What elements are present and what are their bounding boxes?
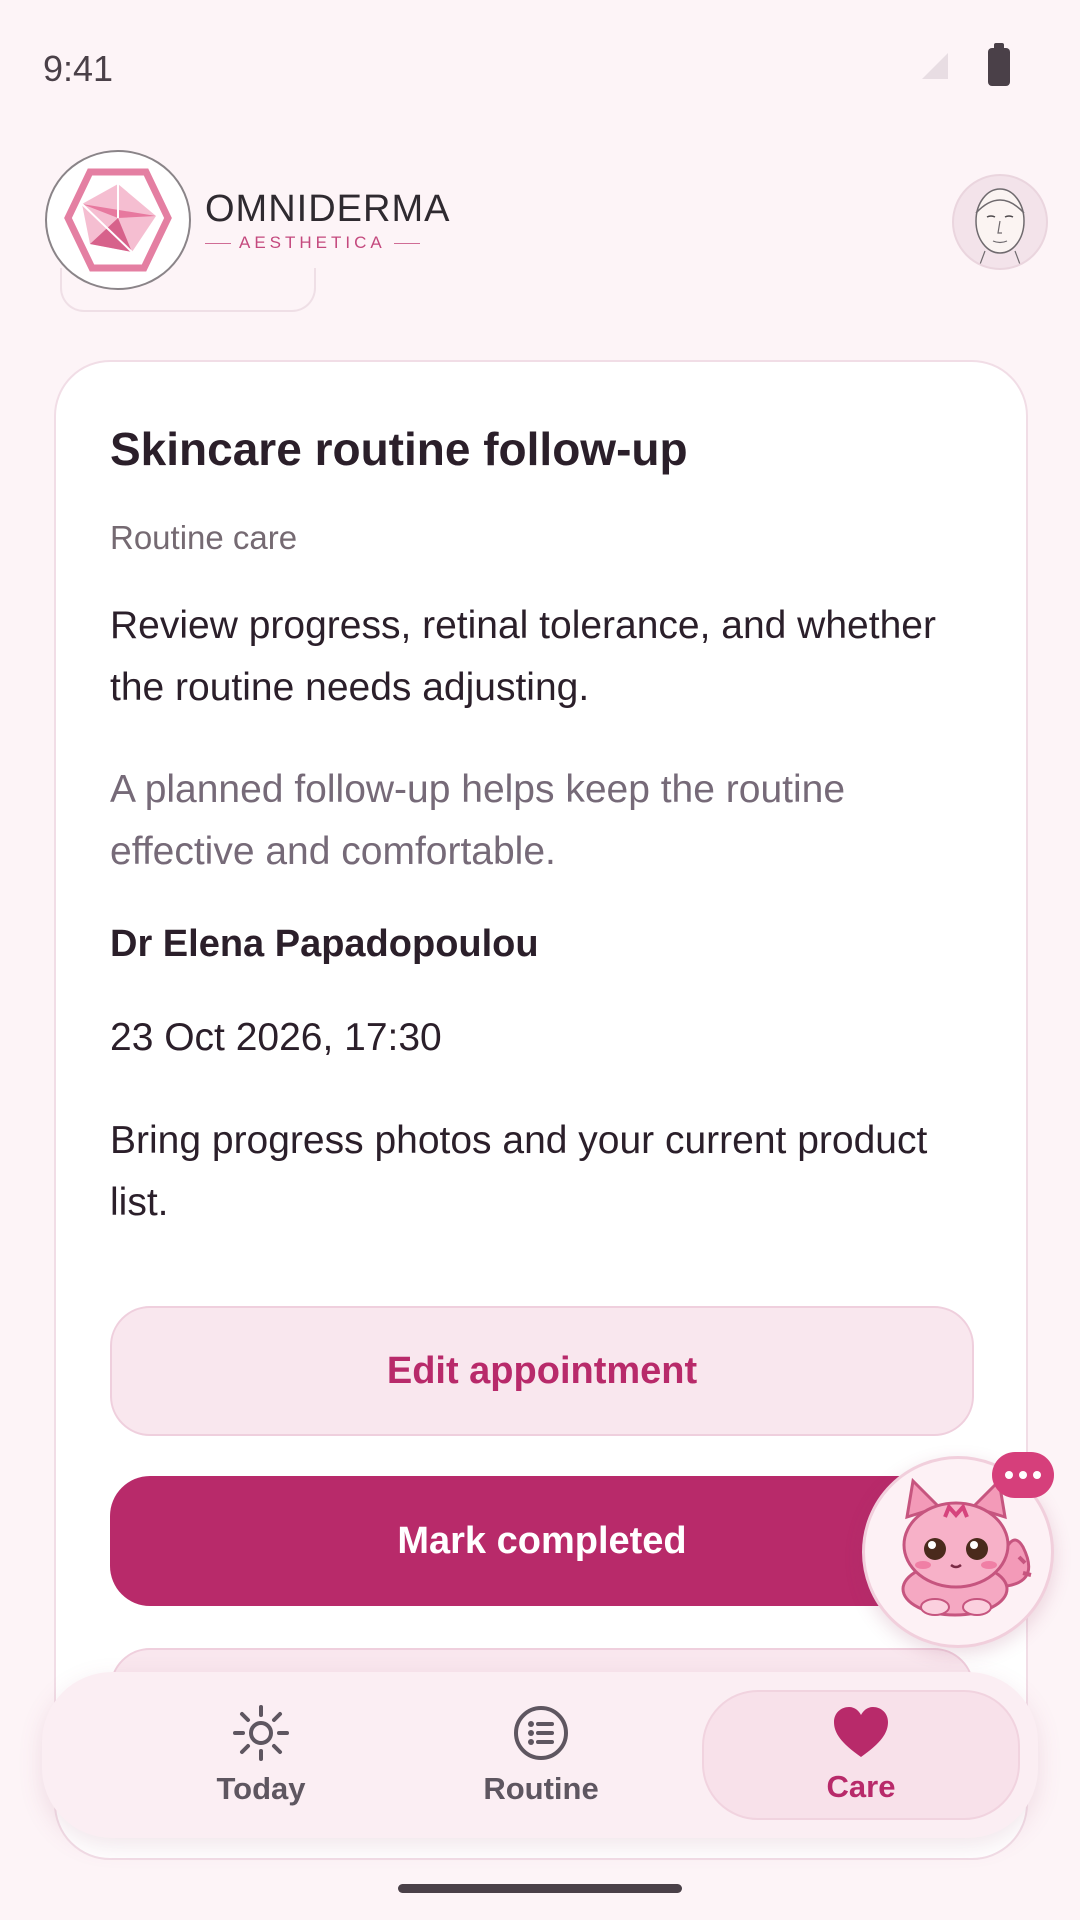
- nav-item-today[interactable]: Today: [102, 1690, 420, 1820]
- appointment-card: Skincare routine follow-up Routine care …: [54, 360, 1028, 1860]
- status-bar: 9:41: [0, 0, 1080, 120]
- mark-completed-button[interactable]: Mark completed: [110, 1476, 974, 1606]
- face-avatar-icon: [975, 188, 1025, 267]
- appointment-title: Skincare routine follow-up: [110, 423, 688, 475]
- dot: [1005, 1471, 1013, 1479]
- bottom-navigation: Today Routine Care: [42, 1672, 1038, 1838]
- battery-icon: [988, 43, 1010, 86]
- dot: [1033, 1471, 1041, 1479]
- dot: [1019, 1471, 1027, 1479]
- chat-dots-icon[interactable]: [992, 1452, 1054, 1498]
- sun-icon: [233, 1705, 289, 1761]
- status-icons: [918, 43, 1010, 86]
- brand-subtitle: AESTHETICA: [239, 233, 386, 252]
- cat-assistant-icon: [901, 1477, 1032, 1617]
- appointment-datetime: 23 Oct 2026, 17:30: [110, 1016, 442, 1060]
- diamond-logo-icon: [64, 168, 172, 272]
- signal-icon: [922, 53, 948, 79]
- appointment-instructions: Bring progress photos and your current p…: [110, 1119, 928, 1225]
- appointment-note: A planned follow-up helps keep the routi…: [110, 768, 846, 874]
- appointment-category: Routine care: [110, 519, 298, 557]
- divider: [205, 242, 231, 244]
- divider: [393, 242, 420, 244]
- nav-label-care: Care: [826, 1769, 896, 1804]
- edit-appointment-button[interactable]: Edit appointment: [110, 1306, 974, 1436]
- nav-item-care[interactable]: Care: [702, 1690, 1020, 1820]
- appointment-description: Review progress, retinal tolerance, and …: [110, 604, 936, 710]
- nav-label-today: Today: [216, 1771, 306, 1806]
- doctor-name: Dr Elena Papadopoulou: [110, 923, 539, 966]
- heart-icon: [834, 1707, 888, 1757]
- nav-item-routine[interactable]: Routine: [382, 1690, 700, 1820]
- card-content: Skincare routine follow-up Routine care …: [110, 422, 976, 1234]
- brand-name: OMNIDERMA: [205, 188, 451, 230]
- brand-subtitle-row: AESTHETICA: [205, 233, 450, 253]
- scrolled-chip: [60, 268, 316, 312]
- nav-label-routine: Routine: [483, 1771, 599, 1806]
- status-time: 9:41: [43, 48, 114, 89]
- brand-wordmark: OMNIDERMA AESTHETICA: [205, 188, 450, 253]
- profile-avatar[interactable]: [952, 174, 1048, 270]
- app-screen: 9:41 OMNIDERMA AESTHETICA Skincare routi…: [0, 0, 1080, 1920]
- list-icon: [514, 1706, 568, 1760]
- home-indicator[interactable]: [398, 1884, 682, 1893]
